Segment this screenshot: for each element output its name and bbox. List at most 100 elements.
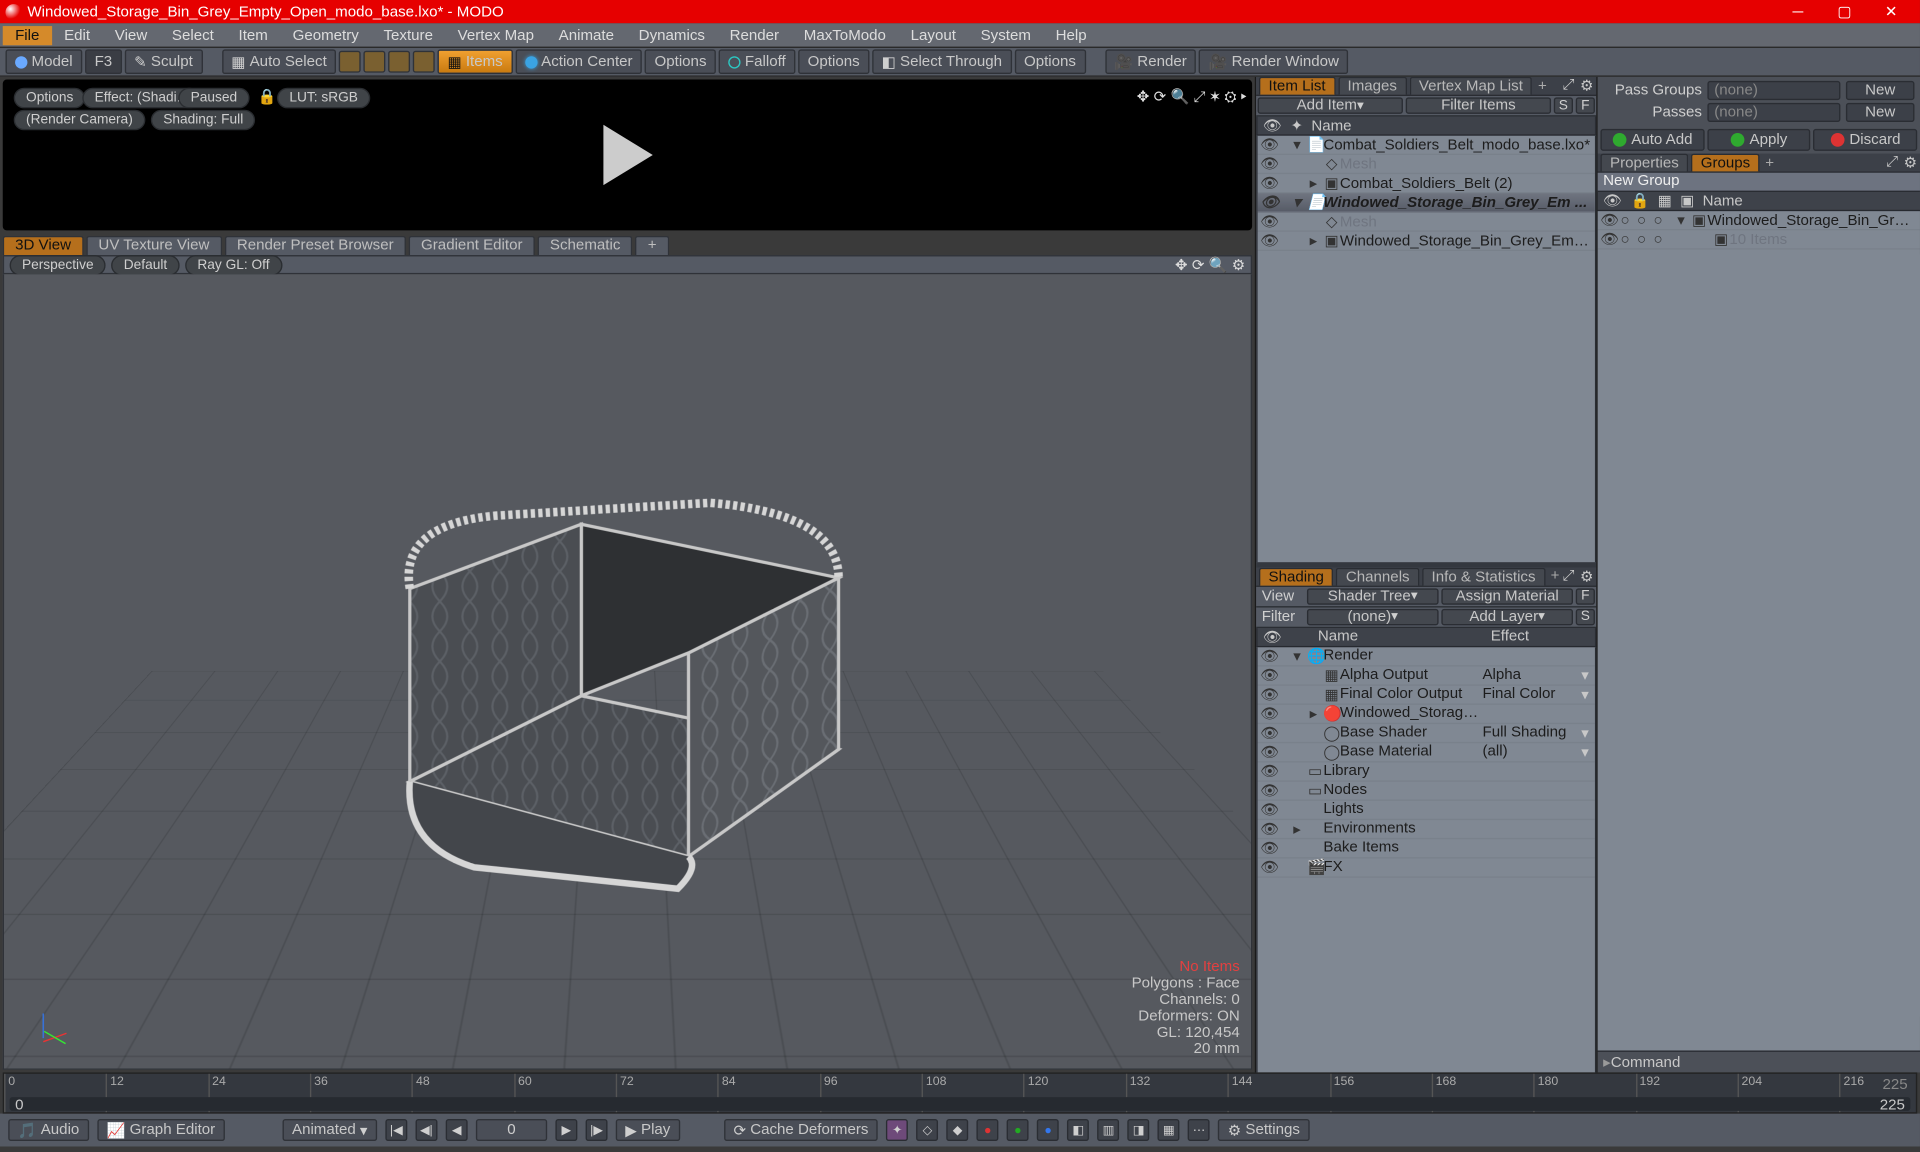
rp-paused[interactable]: Paused bbox=[178, 88, 249, 109]
tab-groups[interactable]: Groups bbox=[1691, 154, 1760, 172]
render-preview[interactable]: Options Effect: (Shadi... Paused 🔒 LUT: … bbox=[3, 80, 1252, 231]
visibility-icon[interactable]: 👁 bbox=[1260, 213, 1276, 231]
add-tab-button[interactable]: + bbox=[1551, 568, 1560, 584]
discard-button[interactable]: Discard bbox=[1813, 129, 1917, 151]
play-icon[interactable] bbox=[603, 125, 652, 185]
expand-arrow-icon[interactable]: ▸ bbox=[1293, 819, 1307, 837]
axis-gizmo-icon[interactable] bbox=[21, 997, 76, 1052]
new-pass-group-button[interactable]: New bbox=[1846, 81, 1915, 100]
view-tab-schematic[interactable]: Schematic bbox=[538, 236, 633, 255]
key-icon[interactable]: ● bbox=[1037, 1119, 1059, 1141]
tree-row[interactable]: 👁🎬FX bbox=[1258, 858, 1595, 877]
solo-icon[interactable]: ▣ bbox=[1680, 192, 1694, 210]
lock-icon[interactable]: 🔒 bbox=[258, 88, 277, 106]
tree-row[interactable]: 👁▸▣Windowed_Storage_Bin_Grey_Empty ... bbox=[1258, 232, 1595, 251]
visibility-icon[interactable]: 👁 bbox=[1260, 232, 1276, 250]
gear-icon[interactable]: ⚙ bbox=[1580, 567, 1594, 585]
options2-button[interactable]: Options bbox=[798, 49, 869, 74]
item-list-tree[interactable]: 👁▾📄Combat_Soldiers_Belt_modo_base.lxo*👁◇… bbox=[1256, 136, 1596, 562]
menu-render[interactable]: Render bbox=[717, 25, 791, 44]
visibility-icon[interactable]: 👁 bbox=[1260, 781, 1276, 799]
menu-geometry[interactable]: Geometry bbox=[280, 25, 371, 44]
effect-value[interactable]: Final Color bbox=[1482, 686, 1581, 702]
cache-deformers-button[interactable]: ⟳ Cache Deformers bbox=[724, 1119, 878, 1141]
visibility-icon[interactable]: 👁 bbox=[1260, 704, 1276, 722]
menu-file[interactable]: File bbox=[3, 25, 52, 44]
expand-icon[interactable]: ⤢ bbox=[1562, 77, 1574, 95]
key-icon[interactable]: ▦ bbox=[1158, 1119, 1180, 1141]
rp-shading[interactable]: Shading: Full bbox=[151, 110, 256, 131]
tab-properties[interactable]: Properties bbox=[1600, 154, 1688, 172]
add-tab-button[interactable]: + bbox=[1538, 77, 1547, 93]
view-tab-render-preset-browser[interactable]: Render Preset Browser bbox=[224, 236, 405, 255]
timeline-range[interactable]: 0225 bbox=[10, 1097, 1911, 1111]
selmode-icon[interactable] bbox=[388, 51, 410, 73]
filter-s-button[interactable]: S bbox=[1554, 97, 1573, 113]
expand-arrow-icon[interactable]: ▸ bbox=[1310, 704, 1324, 722]
filter-items-button[interactable]: Filter Items bbox=[1406, 97, 1551, 113]
expand-arrow-icon[interactable]: ▸ bbox=[1310, 232, 1324, 250]
key-icon[interactable]: ⋯ bbox=[1188, 1119, 1210, 1141]
visibility-icon[interactable]: 👁 bbox=[1260, 858, 1276, 876]
tab-vertex-map-list[interactable]: Vertex Map List bbox=[1409, 77, 1532, 95]
sculpt-tool-button[interactable]: ✎ Sculpt bbox=[125, 49, 203, 74]
shader-tree[interactable]: 👁▾🌐Render👁▦Alpha OutputAlpha▾👁▦Final Col… bbox=[1256, 647, 1596, 1073]
filter-f-button[interactable]: F bbox=[1576, 97, 1595, 113]
vp-toolbar-icons[interactable]: ✥ ⟳ 🔍 ⚙ bbox=[1175, 256, 1245, 274]
view-tab-gradient-editor[interactable]: Gradient Editor bbox=[409, 236, 535, 255]
current-frame-input[interactable]: 0 bbox=[476, 1119, 547, 1141]
visibility-icon[interactable]: 👁 bbox=[1260, 174, 1276, 192]
graph-editor-button[interactable]: 📈 Graph Editor bbox=[97, 1119, 225, 1141]
expand-arrow-icon[interactable]: ▾ bbox=[1293, 136, 1307, 154]
auto-select-button[interactable]: ▦ Auto Select bbox=[222, 49, 337, 74]
vp-default[interactable]: Default bbox=[111, 254, 179, 275]
apply-button[interactable]: Apply bbox=[1707, 129, 1811, 151]
expand-arrow-icon[interactable]: ▾ bbox=[1293, 193, 1307, 211]
visibility-icon[interactable]: 👁 bbox=[1260, 647, 1276, 665]
eye-icon[interactable]: 👁 bbox=[1603, 192, 1622, 210]
model-tool-button[interactable]: Model bbox=[5, 49, 82, 74]
close-button[interactable]: ✕ bbox=[1868, 0, 1915, 23]
visibility-icon[interactable]: 👁 bbox=[1260, 155, 1276, 173]
prev-key-button[interactable]: ◀| bbox=[415, 1119, 437, 1141]
goto-start-button[interactable]: |◀ bbox=[385, 1119, 407, 1141]
command-line[interactable]: ▸ Command bbox=[1598, 1050, 1920, 1072]
rp-camera[interactable]: (Render Camera) bbox=[14, 110, 145, 131]
add-layer-button[interactable]: Add Layer ▾ bbox=[1441, 608, 1573, 624]
shader-tree-dropdown[interactable]: Shader Tree ▾ bbox=[1307, 588, 1439, 604]
select-through-button[interactable]: ◧ Select Through bbox=[872, 49, 1012, 74]
vp-raygl[interactable]: Ray GL: Off bbox=[185, 254, 282, 275]
audio-button[interactable]: 🎵 Audio bbox=[8, 1119, 89, 1141]
view-tab-uv-texture-view[interactable]: UV Texture View bbox=[86, 236, 222, 255]
tree-row[interactable]: 👁▦Final Color OutputFinal Color▾ bbox=[1258, 685, 1595, 704]
visibility-icon[interactable]: 👁 bbox=[1260, 666, 1276, 684]
eye-icon[interactable]: 👁 bbox=[1263, 117, 1282, 135]
lock-icon[interactable]: 🔒 bbox=[1631, 192, 1650, 210]
assign-material-button[interactable]: Assign Material bbox=[1441, 588, 1573, 604]
tree-row[interactable]: 👁◇Mesh bbox=[1258, 213, 1595, 232]
tree-row[interactable]: 👁◇Mesh bbox=[1258, 155, 1595, 174]
menu-layout[interactable]: Layout bbox=[898, 25, 968, 44]
options3-button[interactable]: Options bbox=[1014, 49, 1085, 74]
view-tab-3d-view[interactable]: 3D View bbox=[3, 236, 84, 255]
menu-edit[interactable]: Edit bbox=[52, 25, 103, 44]
key-icon[interactable]: ✦ bbox=[886, 1119, 908, 1141]
visibility-icon[interactable]: 👁 bbox=[1260, 685, 1276, 703]
menu-maxtomodo[interactable]: MaxToModo bbox=[791, 25, 898, 44]
add-tab-button[interactable]: + bbox=[1765, 154, 1774, 170]
falloff-button[interactable]: Falloff bbox=[719, 49, 795, 74]
items-mode-button[interactable]: ▦ Items bbox=[438, 49, 512, 74]
menu-animate[interactable]: Animate bbox=[546, 25, 626, 44]
play-button[interactable]: ▶ Play bbox=[616, 1119, 680, 1141]
tree-row[interactable]: 👁◯Base ShaderFull Shading▾ bbox=[1258, 723, 1595, 742]
tab-info-statistics[interactable]: Info & Statistics bbox=[1422, 567, 1545, 585]
render-window-button[interactable]: 🎥 Render Window bbox=[1199, 49, 1348, 74]
f3-button[interactable]: F3 bbox=[85, 49, 122, 74]
rp-toolbar-icons[interactable]: ✥ ⟳ 🔍 ⤢ ✶ ⚙ ▸ bbox=[1137, 88, 1247, 107]
rp-lut[interactable]: LUT: sRGB bbox=[277, 88, 370, 109]
group-row[interactable]: 👁○○○▣10 Items bbox=[1598, 230, 1920, 249]
passes-dropdown[interactable]: (none) bbox=[1707, 103, 1840, 122]
tab-shading[interactable]: Shading bbox=[1259, 567, 1334, 585]
visibility-icon[interactable]: 👁 bbox=[1260, 839, 1276, 857]
expand-icon[interactable]: ⤢ bbox=[1562, 567, 1574, 585]
